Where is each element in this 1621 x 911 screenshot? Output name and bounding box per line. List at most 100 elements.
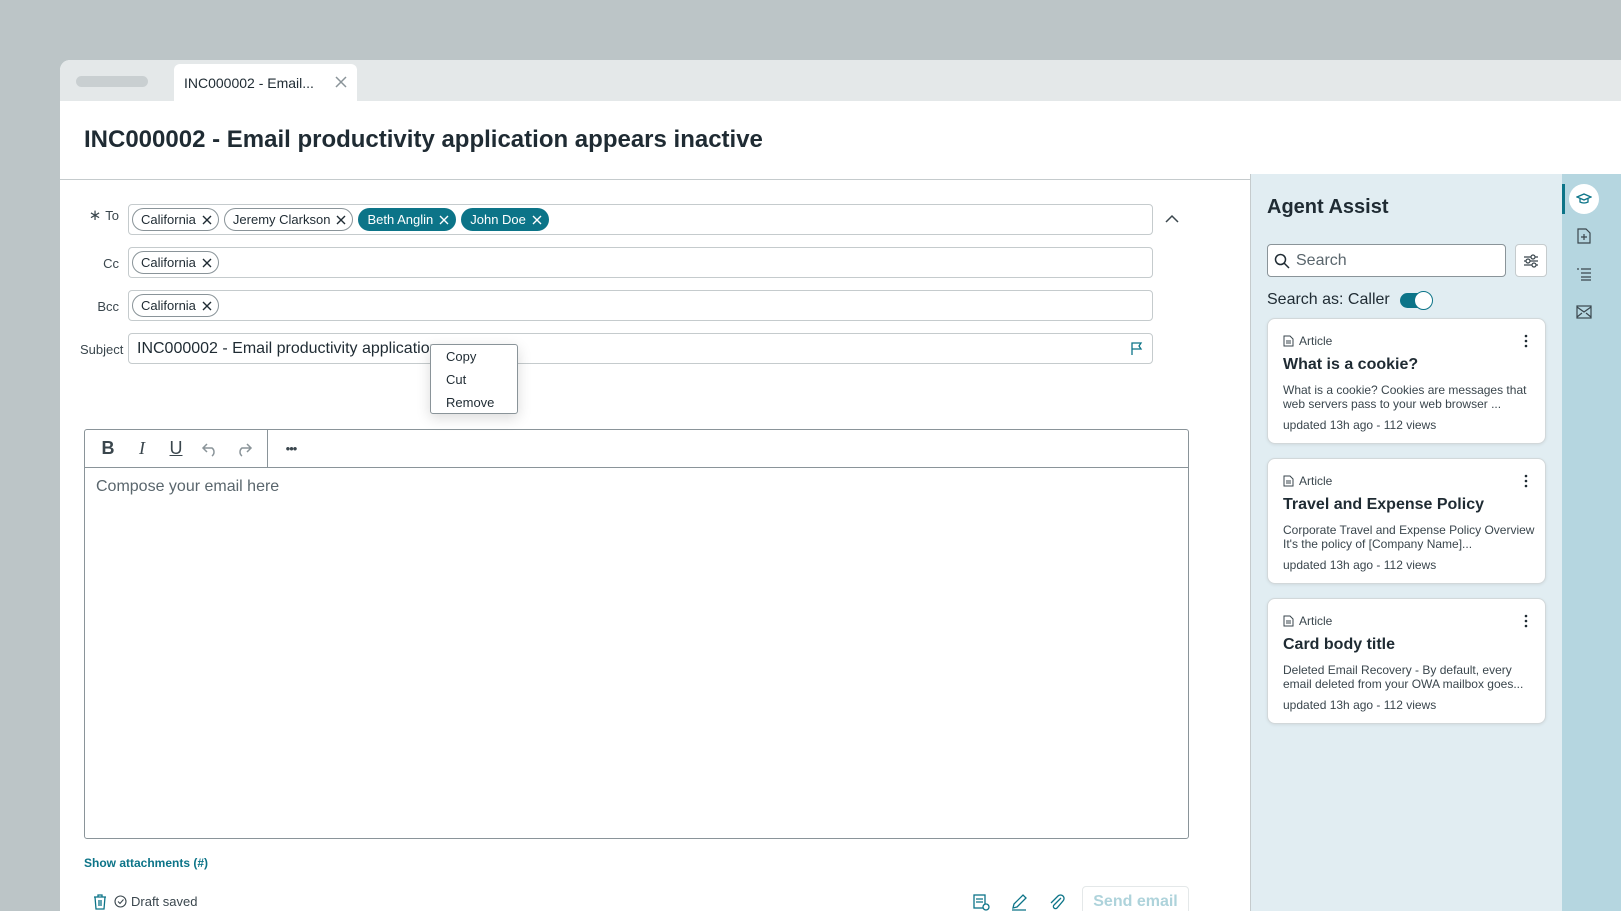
signature-pen-icon[interactable] <box>1009 892 1029 911</box>
card-description: What is a cookie? Cookies are messages t… <box>1283 383 1527 411</box>
recipient-chip-selected[interactable]: Beth Anglin <box>358 208 457 231</box>
required-icon: ∗ <box>88 207 102 224</box>
italic-button[interactable]: I <box>125 432 159 466</box>
card-meta: updated 13h ago - 112 views <box>1283 418 1437 432</box>
draft-status: Draft saved <box>114 894 197 909</box>
undo-button[interactable] <box>193 432 227 466</box>
card-type: Article <box>1283 334 1332 348</box>
recipient-chip-selected[interactable]: John Doe <box>461 208 549 231</box>
chip-context-menu: Copy Cut Remove <box>430 344 518 414</box>
recipient-chip[interactable]: California <box>132 208 219 231</box>
agent-assist-title: Agent Assist <box>1267 196 1389 218</box>
remove-chip-icon[interactable] <box>336 215 346 225</box>
search-input[interactable] <box>1296 251 1496 270</box>
agent-assist-panel: Agent Assist Search as: Caller Article W… <box>1250 174 1562 911</box>
placeholder-tab[interactable] <box>76 76 148 87</box>
document-icon <box>1283 335 1294 347</box>
undo-icon <box>201 442 215 457</box>
subject-input[interactable]: INC000002 - Email productivity applicati… <box>132 340 438 358</box>
email-editor: B I U ••• Compose your email here <box>84 429 1189 839</box>
search-as-row: Search as: Caller <box>1267 290 1433 310</box>
remove-chip-icon[interactable] <box>532 215 542 225</box>
show-attachments-link[interactable]: Show attachments (#) <box>84 856 208 870</box>
search-as-label: Search as: Caller <box>1267 291 1390 308</box>
to-label: ∗ To <box>88 207 119 224</box>
bold-button[interactable]: B <box>91 432 125 466</box>
redo-icon <box>239 442 253 457</box>
page-title: INC000002 - Email productivity applicati… <box>84 126 763 153</box>
card-description: Deleted Email Recovery - By default, eve… <box>1283 663 1524 691</box>
menu-item-cut[interactable]: Cut <box>431 370 517 393</box>
side-rail <box>1562 174 1621 911</box>
active-indicator <box>1562 184 1565 214</box>
filter-button[interactable] <box>1515 244 1547 277</box>
search-field[interactable] <box>1267 244 1506 277</box>
flag-icon[interactable] <box>1130 342 1144 356</box>
article-card[interactable]: Article Card body title Deleted Email Re… <box>1267 598 1546 724</box>
paperclip-icon[interactable] <box>1047 892 1067 911</box>
card-type: Article <box>1283 474 1332 488</box>
remove-chip-icon[interactable] <box>439 215 449 225</box>
email-compose: ∗ To California Jeremy Clarkson Beth Angl… <box>60 180 1250 911</box>
card-type: Article <box>1283 614 1332 628</box>
card-description: Corporate Travel and Expense Policy Over… <box>1283 523 1535 551</box>
card-title[interactable]: What is a cookie? <box>1283 356 1418 374</box>
card-title[interactable]: Travel and Expense Policy <box>1283 496 1484 514</box>
recipient-chip[interactable]: Jeremy Clarkson <box>223 208 354 231</box>
app-window: INC000002 - Email... INC000002 - Email p… <box>60 60 1621 911</box>
card-title[interactable]: Card body title <box>1283 636 1395 654</box>
to-field[interactable]: California Jeremy Clarkson Beth Anglin J… <box>128 204 1153 235</box>
menu-item-remove[interactable]: Remove <box>431 393 517 416</box>
cc-row: Cc <box>84 256 124 271</box>
document-icon <box>1283 475 1294 487</box>
email-body-input[interactable]: Compose your email here <box>85 468 1188 506</box>
more-vertical-icon[interactable] <box>1521 334 1531 348</box>
subject-row: Subject <box>80 342 128 357</box>
to-row: ∗ To <box>84 206 124 224</box>
remove-chip-icon[interactable] <box>202 215 212 225</box>
tab-label: INC000002 - Email... <box>184 74 314 91</box>
tab-bar: INC000002 - Email... <box>60 60 1621 101</box>
title-row: INC000002 - Email productivity applicati… <box>60 101 1621 180</box>
sliders-icon <box>1524 253 1538 268</box>
recipient-chip[interactable]: California <box>132 294 219 317</box>
send-email-button[interactable]: Send email <box>1082 886 1189 911</box>
article-card[interactable]: Article What is a cookie? What is a cook… <box>1267 318 1546 444</box>
check-circle-icon <box>114 895 127 908</box>
more-options-button[interactable]: ••• <box>274 432 308 466</box>
tab-incident[interactable]: INC000002 - Email... <box>174 64 357 101</box>
bcc-field[interactable]: California <box>128 290 1153 321</box>
compose-footer: Draft saved Send email <box>84 886 1189 911</box>
recipient-chip[interactable]: California <box>132 251 219 274</box>
chevron-up-icon[interactable] <box>1163 210 1181 228</box>
article-card[interactable]: Article Travel and Expense Policy Corpor… <box>1267 458 1546 584</box>
more-vertical-icon[interactable] <box>1521 614 1531 628</box>
menu-item-copy[interactable]: Copy <box>431 347 517 370</box>
draft-status-text: Draft saved <box>131 894 198 909</box>
editor-toolbar: B I U ••• <box>85 429 1188 468</box>
close-icon[interactable] <box>333 74 349 90</box>
trash-icon[interactable] <box>92 893 108 911</box>
graduation-cap-icon[interactable] <box>1569 184 1599 214</box>
search-as-toggle[interactable] <box>1399 290 1433 310</box>
underline-button[interactable]: U <box>159 432 193 466</box>
document-add-icon[interactable] <box>1570 222 1598 250</box>
remove-chip-icon[interactable] <box>202 258 212 268</box>
toolbar-divider <box>267 429 268 468</box>
remove-chip-icon[interactable] <box>202 301 212 311</box>
document-icon <box>1283 615 1294 627</box>
template-icon[interactable] <box>971 892 991 911</box>
subject-field[interactable]: INC000002 - Email productivity applicati… <box>128 333 1153 364</box>
bcc-label: Bcc <box>97 299 119 314</box>
list-icon[interactable] <box>1570 260 1598 288</box>
cc-field[interactable]: California <box>128 247 1153 278</box>
bcc-row: Bcc <box>84 299 124 314</box>
redo-button[interactable] <box>227 432 261 466</box>
card-meta: updated 13h ago - 112 views <box>1283 558 1437 572</box>
more-vertical-icon[interactable] <box>1521 474 1531 488</box>
subject-label: Subject <box>80 342 124 357</box>
cc-label: Cc <box>103 256 119 271</box>
card-meta: updated 13h ago - 112 views <box>1283 698 1437 712</box>
mail-image-icon[interactable] <box>1570 298 1598 326</box>
search-icon <box>1274 253 1290 269</box>
